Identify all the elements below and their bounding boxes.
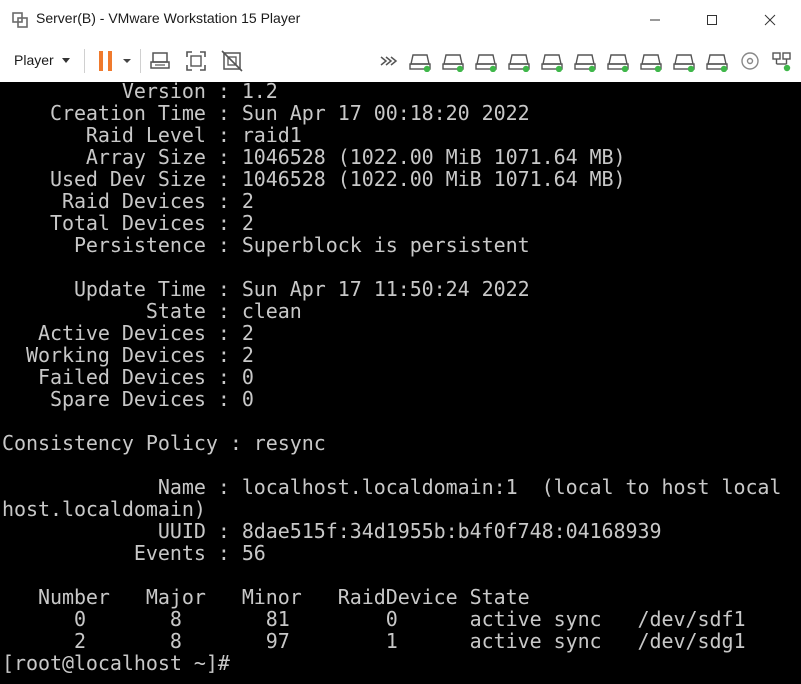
fit-guest-button[interactable] — [184, 49, 208, 73]
console-line: 0 8 81 0 active sync /dev/sdf1 — [2, 607, 746, 631]
console-line: Working Devices : 2 — [2, 343, 254, 367]
console-line: Array Size : 1046528 (1022.00 MiB 1071.6… — [2, 145, 626, 169]
hard-disk-10-button[interactable] — [705, 49, 729, 73]
vmware-player-window: Server(B) - VMware Workstation 15 Player… — [0, 0, 801, 684]
console-line: Consistency Policy : resync — [2, 431, 326, 455]
shell-prompt: [root@localhost ~]# — [2, 651, 230, 675]
fit-guest-icon — [186, 51, 206, 71]
hard-disk-1-button[interactable] — [408, 49, 432, 73]
console-line: 2 8 97 1 active sync /dev/sdg1 — [2, 629, 746, 653]
hard-disk-4-button[interactable] — [507, 49, 531, 73]
vm-console-screen[interactable]: Version : 1.2 Creation Time : Sun Apr 17… — [0, 82, 801, 684]
pause-dropdown-button[interactable] — [120, 49, 134, 73]
hard-disk-icon — [607, 54, 629, 72]
console-line: host.localdomain) — [2, 497, 206, 521]
hard-disk-icon — [706, 54, 728, 72]
hard-disk-icon — [541, 54, 563, 72]
console-line: Persistence : Superblock is persistent — [2, 233, 530, 257]
player-menu-button[interactable]: Player — [8, 47, 76, 73]
toolbar-divider — [140, 49, 141, 73]
hard-disk-icon — [409, 54, 431, 72]
console-line: Name : localhost.localdomain:1 (local to… — [2, 475, 782, 499]
send-ctrl-alt-del-button[interactable] — [148, 49, 172, 73]
pause-icon — [99, 51, 112, 71]
more-devices-button[interactable] — [378, 49, 402, 73]
console-line: Events : 56 — [2, 541, 266, 565]
hard-disk-7-button[interactable] — [606, 49, 630, 73]
hard-disk-6-button[interactable] — [573, 49, 597, 73]
hard-disk-icon — [673, 54, 695, 72]
hard-disk-2-button[interactable] — [441, 49, 465, 73]
console-line: UUID : 8dae515f:34d1955b:b4f0f748:041689… — [2, 519, 662, 543]
maximize-button[interactable] — [689, 0, 735, 40]
hard-disk-8-button[interactable] — [639, 49, 663, 73]
chevron-down-icon — [123, 59, 131, 63]
console-line: Total Devices : 2 — [2, 211, 254, 235]
chevron-down-icon — [61, 57, 70, 63]
toolbar-divider — [84, 49, 85, 73]
window-title: Server(B) - VMware Workstation 15 Player — [36, 10, 301, 26]
close-icon — [764, 14, 776, 26]
console-line: Creation Time : Sun Apr 17 00:18:20 2022 — [2, 101, 530, 125]
cd-dvd-icon — [741, 52, 759, 70]
hard-disk-icon — [640, 54, 662, 72]
hard-disk-3-button[interactable] — [474, 49, 498, 73]
hard-disk-icon — [442, 54, 464, 72]
hard-disk-icon — [508, 54, 530, 72]
console-line: Failed Devices : 0 — [2, 365, 254, 389]
maximize-icon — [707, 15, 717, 25]
network-adapter-icon — [772, 52, 791, 72]
minimize-icon — [650, 19, 660, 21]
player-menu-label: Player — [14, 52, 54, 68]
hard-disk-icon — [574, 54, 596, 72]
vmware-app-icon — [12, 12, 28, 28]
console-line: State : clean — [2, 299, 302, 323]
console-line: Active Devices : 2 — [2, 321, 254, 345]
hard-disk-9-button[interactable] — [672, 49, 696, 73]
send-ctrl-alt-del-icon — [150, 52, 170, 69]
cd-dvd-button[interactable] — [738, 49, 762, 73]
console-line: Spare Devices : 0 — [2, 387, 254, 411]
hard-disk-icon — [475, 54, 497, 72]
close-button[interactable] — [747, 0, 793, 40]
more-devices-icon — [380, 56, 398, 66]
unity-button[interactable] — [220, 49, 244, 73]
hard-disk-5-button[interactable] — [540, 49, 564, 73]
console-line: Version : 1.2 — [2, 82, 278, 103]
pause-button[interactable] — [94, 49, 118, 73]
minimize-button[interactable] — [632, 0, 678, 40]
console-line: Raid Level : raid1 — [2, 123, 302, 147]
console-line: Number Major Minor RaidDevice State — [2, 585, 530, 609]
toolbar: Player — [0, 40, 801, 82]
title-bar[interactable]: Server(B) - VMware Workstation 15 Player — [0, 0, 801, 40]
console-line: Update Time : Sun Apr 17 11:50:24 2022 — [2, 277, 530, 301]
console-line: Raid Devices : 2 — [2, 189, 254, 213]
unity-icon — [221, 50, 243, 72]
network-adapter-button[interactable] — [770, 49, 794, 73]
console-line: Used Dev Size : 1046528 (1022.00 MiB 107… — [2, 167, 626, 191]
